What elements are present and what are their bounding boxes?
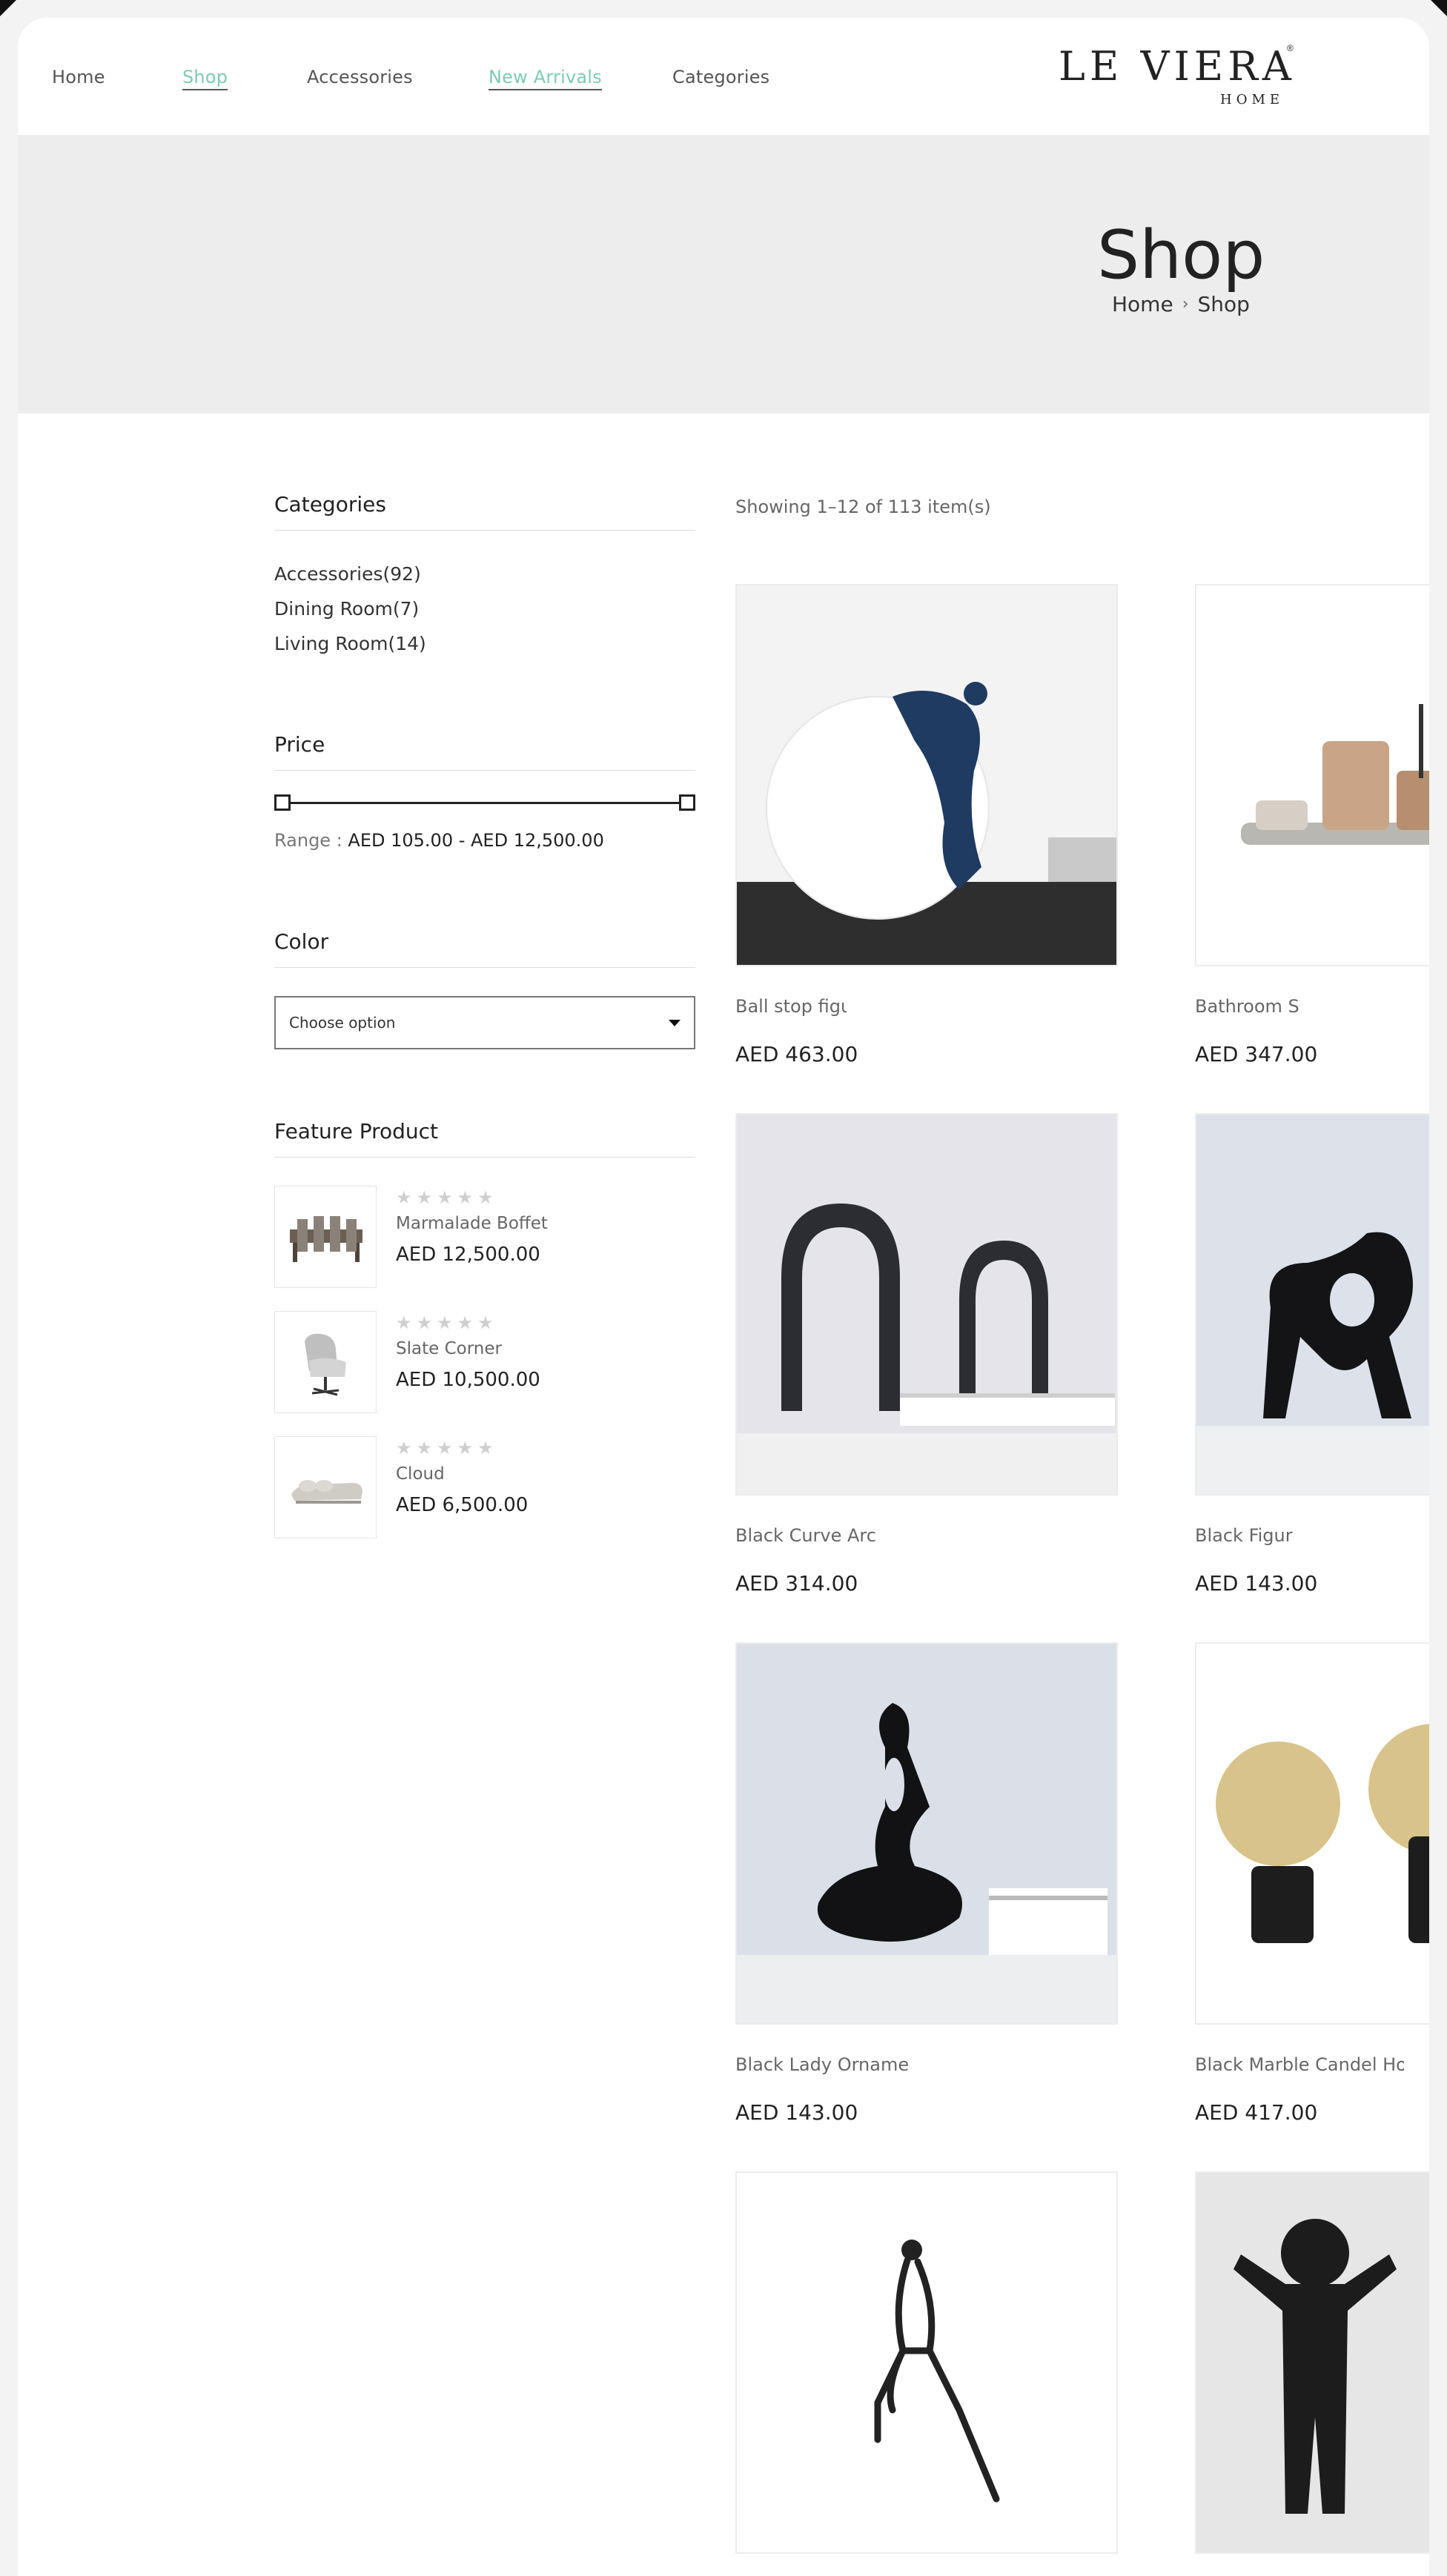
- feature-product-name[interactable]: Cloud: [396, 1464, 445, 1484]
- page-title: Shop: [1097, 216, 1265, 294]
- category-living-room[interactable]: Living Room(14): [274, 633, 695, 654]
- star-rating: ★★★★★: [396, 1313, 498, 1333]
- logo-wordmark: LE VIERA: [1059, 43, 1296, 90]
- breadcrumb-home[interactable]: Home: [1112, 292, 1173, 316]
- color-widget: Color Choose option: [274, 929, 695, 1063]
- price-range-slider[interactable]: [274, 794, 695, 811]
- results-count: Showing 1–12 of 113 item(s): [735, 497, 991, 517]
- feature-product-item[interactable]: ★★★★★ Slate Corner AED 10,500.00: [274, 1311, 695, 1413]
- product-image[interactable]: [1195, 1642, 1429, 2025]
- categories-widget: Categories Accessories(92) Dining Room(7…: [274, 492, 695, 668]
- product-image[interactable]: [735, 1113, 1118, 1496]
- price-widget: Price Range : AED 105.00 - AED 12,500.00: [274, 732, 695, 880]
- feature-product-heading: Feature Product: [274, 1119, 695, 1158]
- product-image[interactable]: [1195, 1113, 1429, 1496]
- slider-max-handle[interactable]: [679, 794, 695, 811]
- nav-new-arrivals[interactable]: New Arrivals: [489, 67, 602, 90]
- product-card[interactable]: [1195, 2171, 1429, 2554]
- nav-accessories[interactable]: Accessories: [307, 67, 413, 87]
- product-card[interactable]: Black Figur AED 143.00: [1195, 1113, 1429, 1596]
- product-thumbnail[interactable]: [274, 1436, 377, 1538]
- price-range-text: Range : AED 105.00 - AED 12,500.00: [274, 830, 604, 851]
- product-price: AED 347.00: [1195, 1042, 1318, 1066]
- feature-product-item[interactable]: ★★★★★ Marmalade Boffet AED 12,500.00: [274, 1186, 695, 1288]
- chevron-right-icon: ›: [1182, 295, 1189, 313]
- logo-subtitle: HOME: [1220, 92, 1285, 107]
- product-price: AED 143.00: [735, 2100, 858, 2125]
- window-corner-right: [1431, 0, 1447, 16]
- site-header: Home Shop Accessories New Arrivals Categ…: [18, 18, 1429, 135]
- category-accessories[interactable]: Accessories(92): [274, 563, 695, 585]
- category-list: Accessories(92) Dining Room(7) Living Ro…: [274, 563, 695, 654]
- feature-product-price: AED 12,500.00: [396, 1244, 540, 1266]
- price-heading: Price: [274, 732, 695, 771]
- star-rating: ★★★★★: [396, 1438, 498, 1458]
- slider-track: [282, 802, 688, 804]
- product-price: AED 143.00: [1195, 1571, 1318, 1596]
- nav-categories[interactable]: Categories: [672, 67, 769, 87]
- product-title[interactable]: Bathroom S: [1195, 996, 1306, 1017]
- site-logo[interactable]: LE VIERA ® HOME: [1059, 43, 1311, 110]
- product-card[interactable]: Black Curve Arc AED 314.00: [735, 1113, 1118, 1596]
- range-value: AED 105.00 - AED 12,500.00: [348, 830, 604, 851]
- product-price: AED 417.00: [1195, 2100, 1318, 2125]
- product-card[interactable]: Bathroom S AED 347.00: [1195, 584, 1429, 1066]
- categories-heading: Categories: [274, 492, 695, 531]
- feature-product-item[interactable]: ★★★★★ Cloud AED 6,500.00: [274, 1436, 695, 1538]
- product-image[interactable]: [735, 584, 1118, 966]
- caret-down-icon: [669, 1020, 681, 1026]
- window-corner-left: [0, 0, 16, 16]
- product-title[interactable]: Black Lady Orname: [735, 2054, 909, 2075]
- product-thumbnail[interactable]: [274, 1186, 377, 1288]
- nav-shop[interactable]: Shop: [182, 67, 228, 90]
- feature-product-widget: Feature Product ★★★★★ Marmalade Boffet A…: [274, 1119, 695, 1579]
- color-select-value: Choose option: [289, 1014, 396, 1032]
- product-card[interactable]: [735, 2171, 1118, 2554]
- range-label: Range :: [274, 830, 342, 851]
- page-frame: Home Shop Accessories New Arrivals Categ…: [18, 18, 1429, 2576]
- color-select[interactable]: Choose option: [274, 996, 695, 1049]
- product-card[interactable]: Ball stop figu AED 463.00: [735, 584, 1118, 1066]
- product-card[interactable]: Black Lady Orname AED 143.00: [735, 1642, 1118, 2125]
- product-image[interactable]: [735, 1642, 1118, 2025]
- product-title[interactable]: Ball stop figu: [735, 996, 847, 1017]
- breadcrumb: Home › Shop: [1112, 292, 1250, 316]
- star-rating: ★★★★★: [396, 1188, 498, 1208]
- category-dining-room[interactable]: Dining Room(7): [274, 598, 695, 620]
- feature-product-price: AED 10,500.00: [396, 1369, 540, 1391]
- color-heading: Color: [274, 929, 695, 968]
- product-title[interactable]: Black Figur: [1195, 1525, 1306, 1546]
- product-price: AED 314.00: [735, 1571, 858, 1596]
- slider-min-handle[interactable]: [274, 794, 291, 811]
- product-price: AED 463.00: [735, 1042, 858, 1066]
- feature-product-price: AED 6,500.00: [396, 1494, 529, 1516]
- nav-home[interactable]: Home: [52, 67, 105, 87]
- product-thumbnail[interactable]: [274, 1311, 377, 1413]
- product-image[interactable]: [1195, 584, 1429, 966]
- product-card[interactable]: Black Marble Candel Hold AED 417.00: [1195, 1642, 1429, 2125]
- logo-registered-mark: ®: [1287, 43, 1294, 53]
- breadcrumb-current: Shop: [1197, 292, 1250, 316]
- product-image[interactable]: [1195, 2171, 1429, 2554]
- product-image[interactable]: [735, 2171, 1118, 2554]
- page-banner: Shop Home › Shop: [18, 135, 1429, 414]
- feature-product-name[interactable]: Slate Corner: [396, 1339, 502, 1358]
- product-title[interactable]: Black Marble Candel Hold: [1195, 2054, 1404, 2075]
- feature-product-name[interactable]: Marmalade Boffet: [396, 1214, 548, 1233]
- product-title[interactable]: Black Curve Arc: [735, 1525, 876, 1546]
